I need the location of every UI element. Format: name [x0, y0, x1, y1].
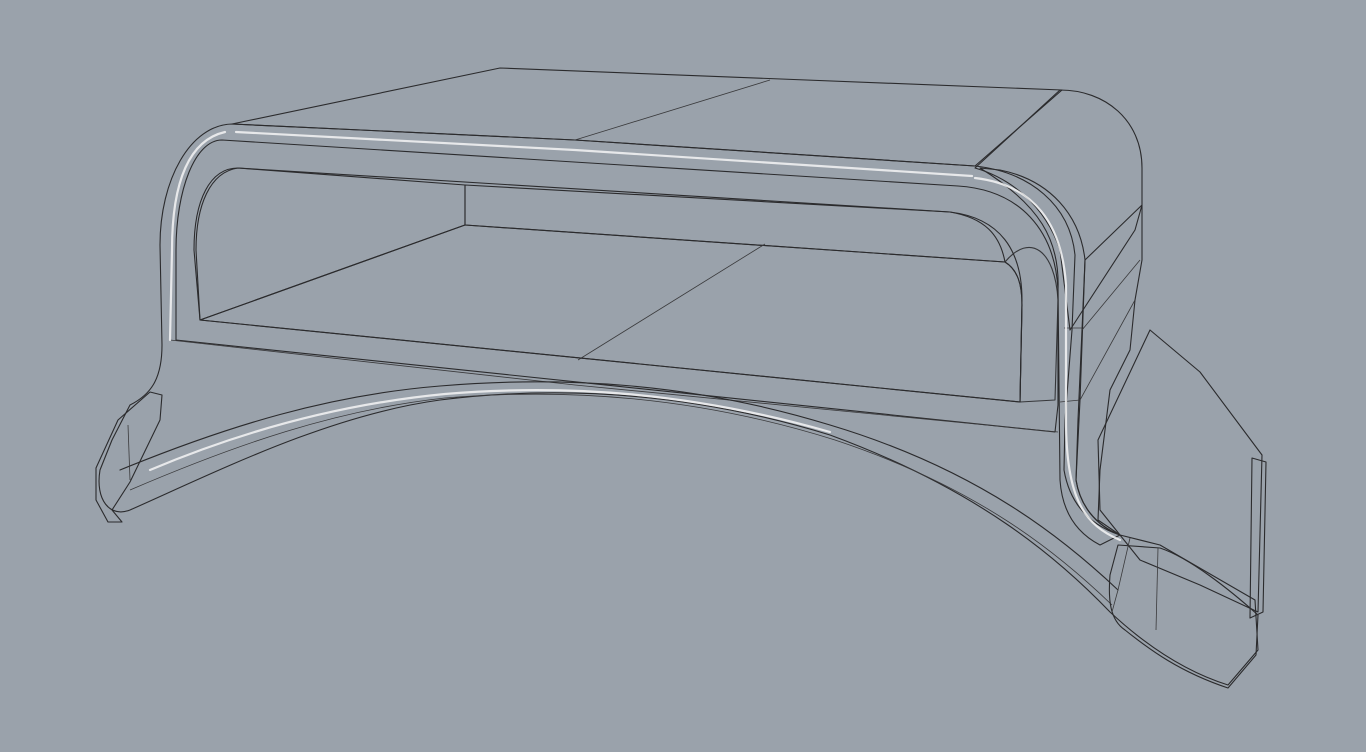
highlight-arch [148, 388, 832, 472]
inner-left-wall [195, 167, 466, 321]
inner-floor-seam [577, 243, 766, 361]
inner-floor-face [199, 224, 1023, 403]
inner-right-wall [1004, 246, 1059, 403]
model-edge-line [127, 424, 131, 481]
shaded-model[interactable] [0, 0, 1366, 752]
3d-viewport[interactable] [0, 0, 1366, 752]
highlight-right-round [973, 176, 1122, 542]
inner-back-wall [464, 184, 1006, 263]
top-deck-face [231, 67, 1063, 167]
model-edge-line [1155, 547, 1159, 631]
model-edge-line [1081, 259, 1141, 331]
right-side-face [1075, 204, 1143, 536]
model-edge-line [1111, 537, 1131, 613]
arch-edge [119, 381, 1119, 591]
top-deck-seam [574, 79, 771, 141]
inner-opening-rim [193, 167, 1023, 403]
outer-frame-lip [175, 139, 1059, 433]
highlight-top-edge [234, 130, 974, 178]
model-edge-line [1059, 399, 1081, 403]
model-edge-line [1079, 299, 1136, 401]
